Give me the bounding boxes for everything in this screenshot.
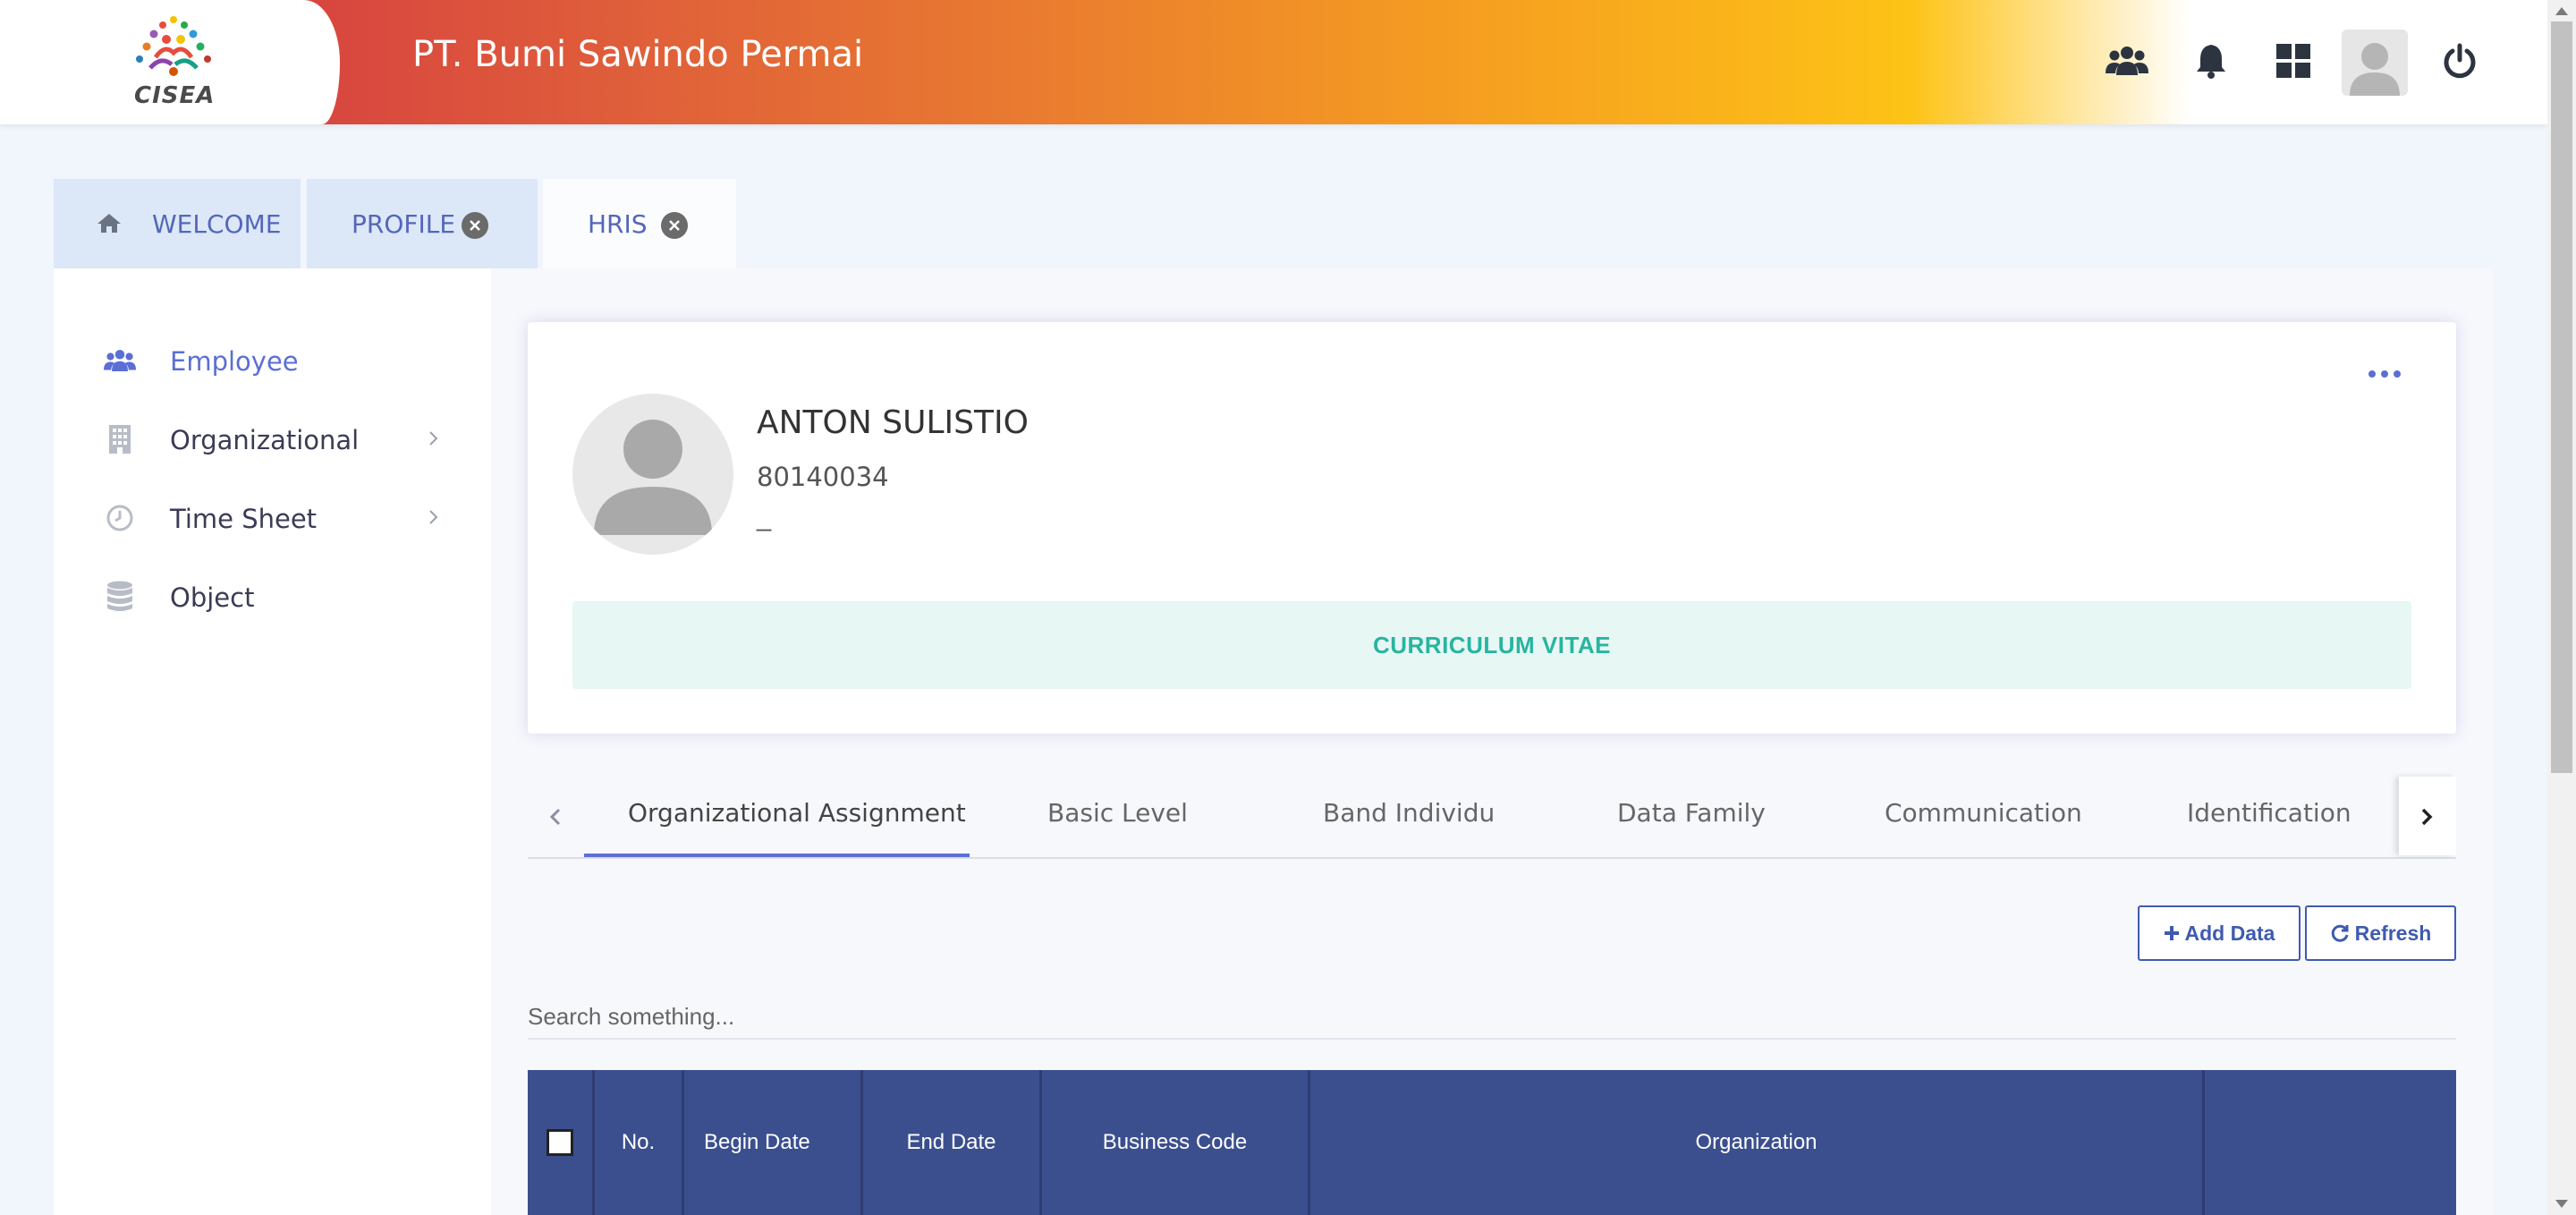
- detail-tabs: Organizational Assignment Basic Level Ba…: [528, 777, 2456, 859]
- avatar: [572, 394, 733, 555]
- chevron-right-icon: [2421, 808, 2433, 826]
- tab-identification[interactable]: Identification: [2187, 798, 2351, 828]
- sidebar-item-label: Employee: [170, 346, 299, 377]
- tab-organizational-assignment[interactable]: Organizational Assignment: [628, 798, 966, 828]
- close-icon[interactable]: [661, 212, 688, 239]
- tab-communication[interactable]: Communication: [1885, 798, 2082, 828]
- tab-data-family[interactable]: Data Family: [1617, 798, 1766, 828]
- column-header-begin-date[interactable]: Begin Date: [684, 1070, 863, 1215]
- avatar[interactable]: [2342, 30, 2408, 96]
- tab-label: HRIS: [588, 208, 648, 239]
- table-header: No. Begin Date End Date Business Code Or…: [528, 1070, 2456, 1215]
- refresh-label: Refresh: [2354, 921, 2432, 945]
- vertical-scrollbar[interactable]: [2547, 0, 2576, 1215]
- close-icon[interactable]: [462, 212, 488, 239]
- logo-area: CISEA: [0, 0, 340, 124]
- tab-basic-level[interactable]: Basic Level: [1047, 798, 1188, 828]
- logo-text: CISEA: [134, 82, 216, 109]
- chevron-right-icon: [429, 431, 438, 446]
- employee-name: ANTON SULISTIO: [757, 404, 1029, 441]
- sidebar-item-employee[interactable]: Employee: [54, 334, 491, 387]
- scroll-right-button[interactable]: [2399, 777, 2456, 855]
- sidebar-item-label: Time Sheet: [170, 504, 318, 534]
- scrollbar-thumb[interactable]: [2551, 21, 2572, 773]
- select-all-checkbox[interactable]: [547, 1129, 573, 1156]
- tab-profile[interactable]: PROFILE: [307, 179, 538, 268]
- sidebar-item-time-sheet[interactable]: Time Sheet: [54, 491, 491, 545]
- scroll-up-arrow-icon[interactable]: [2555, 7, 2568, 15]
- users-icon: [104, 344, 136, 377]
- scroll-down-arrow-icon[interactable]: [2555, 1200, 2568, 1208]
- tab-hris[interactable]: HRIS: [543, 179, 736, 268]
- home-icon: [97, 214, 121, 233]
- clock-icon: [104, 502, 136, 534]
- tab-band-individu[interactable]: Band Individu: [1323, 798, 1495, 828]
- search-input[interactable]: [528, 995, 2456, 1040]
- sidebar-item-label: Organizational: [170, 425, 360, 455]
- column-header-extra: [2205, 1070, 2456, 1215]
- power-icon[interactable]: [2431, 32, 2488, 89]
- company-name: PT. Bumi Sawindo Permai: [412, 34, 864, 75]
- database-icon: [104, 581, 136, 613]
- tab-label: WELCOME: [152, 208, 282, 239]
- sidebar: [54, 268, 491, 1215]
- column-header-end-date[interactable]: End Date: [863, 1070, 1042, 1215]
- select-all-cell: [528, 1070, 595, 1215]
- refresh-icon: [2331, 924, 2349, 942]
- chevron-left-icon[interactable]: [546, 802, 565, 832]
- employee-id: 80140034: [757, 462, 889, 492]
- column-header-organization[interactable]: Organization: [1310, 1070, 2205, 1215]
- add-data-label: Add Data: [2184, 921, 2275, 945]
- tab-welcome[interactable]: WELCOME: [54, 179, 301, 268]
- plus-icon: [2164, 926, 2179, 940]
- building-icon: [104, 423, 136, 455]
- users-icon[interactable]: [2098, 32, 2156, 89]
- chevron-right-icon: [429, 510, 438, 524]
- profile-card: ANTON SULISTIO 80140034 _ CURRICULUM VIT…: [528, 322, 2456, 734]
- employee-subtitle: _: [757, 504, 772, 532]
- bell-icon[interactable]: [2182, 32, 2240, 89]
- column-header-no[interactable]: No.: [595, 1070, 684, 1215]
- grid-icon[interactable]: [2265, 32, 2322, 89]
- tab-label: PROFILE: [352, 208, 456, 239]
- add-data-button[interactable]: Add Data: [2138, 905, 2301, 961]
- refresh-button[interactable]: Refresh: [2305, 905, 2456, 961]
- app-header: CISEA PT. Bumi Sawindo Permai: [0, 0, 2547, 124]
- sidebar-item-object[interactable]: Object: [54, 570, 491, 624]
- cisea-logo-icon: [136, 16, 211, 76]
- sidebar-item-organizational[interactable]: Organizational: [54, 412, 491, 466]
- column-header-business-code[interactable]: Business Code: [1042, 1070, 1310, 1215]
- active-tab-indicator: [584, 854, 970, 857]
- curriculum-vitae-button[interactable]: CURRICULUM VITAE: [572, 601, 2411, 689]
- sidebar-item-label: Object: [170, 582, 255, 613]
- more-options-icon[interactable]: [2367, 369, 2402, 379]
